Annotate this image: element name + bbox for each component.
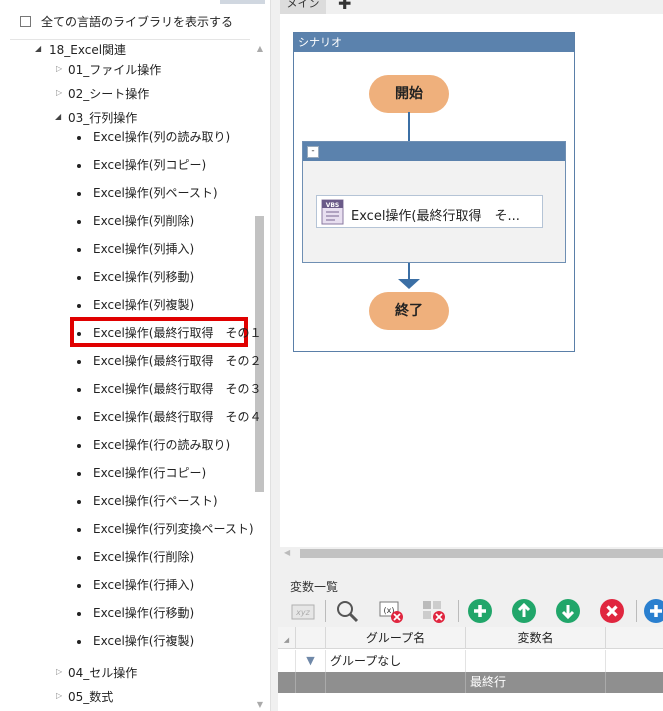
tree-item[interactable]: Excel操作(列複製) [93, 296, 194, 313]
move-down-icon[interactable] [555, 598, 581, 624]
group-row[interactable]: グループなし [326, 650, 466, 672]
bullet-icon [77, 444, 81, 448]
scroll-up-icon[interactable]: ▲ [254, 44, 266, 53]
show-all-languages-option[interactable]: 全ての言語のライブラリを表示する [20, 13, 233, 30]
delete-unused-icon[interactable] [420, 598, 446, 624]
bullet-icon [77, 164, 81, 168]
tree-folder-file[interactable]: 01_ファイル操作 [68, 61, 161, 78]
add-variable-icon[interactable] [467, 598, 493, 624]
clear-variable-icon[interactable]: (x) [378, 598, 404, 624]
expanded-triangle-icon[interactable]: ◢ [35, 44, 41, 53]
bullet-icon [77, 388, 81, 392]
move-up-icon[interactable] [511, 598, 537, 624]
bullet-icon [77, 640, 81, 644]
horizontal-scrollbar-thumb[interactable] [300, 549, 663, 558]
bullet-icon [77, 304, 81, 308]
tree-item[interactable]: Excel操作(列ペースト) [93, 184, 218, 201]
bullet-icon [77, 360, 81, 364]
row-indicator [278, 650, 296, 672]
bullet-icon [77, 500, 81, 504]
show-all-label: 全ての言語のライブラリを表示する [41, 15, 234, 29]
scenario-header: シナリオ [294, 33, 574, 52]
add-tab-icon[interactable]: ✚ [338, 0, 351, 13]
arrow-down-icon [398, 279, 420, 289]
bullet-icon [77, 276, 81, 280]
tree-item[interactable]: Excel操作(列削除) [93, 212, 194, 229]
bullet-icon [77, 612, 81, 616]
bullet-icon [77, 584, 81, 588]
tree-folder-cell[interactable]: 04_セル操作 [68, 664, 137, 681]
bullet-icon [77, 416, 81, 420]
group-collapse-icon[interactable]: ▼ [296, 650, 326, 672]
tree-item[interactable]: Excel操作(行削除) [93, 548, 194, 565]
corner-header: ◢ [278, 627, 296, 649]
variable-group-cell[interactable] [326, 672, 466, 693]
activity-label: Excel操作(最終行取得 そ... [351, 209, 520, 224]
tree-item[interactable]: Excel操作(列挿入) [93, 240, 194, 257]
tree-item[interactable]: Excel操作(行の読み取り) [93, 436, 230, 453]
scroll-down-icon[interactable]: ▼ [254, 700, 266, 709]
collapsed-triangle-icon[interactable]: ▷ [56, 691, 62, 700]
end-node[interactable]: 終了 [369, 292, 449, 330]
tree-item[interactable]: Excel操作(行挿入) [93, 576, 194, 593]
tree-item[interactable]: Excel操作(最終行取得 その４ [93, 408, 261, 425]
bullet-icon [77, 136, 81, 140]
tree-folder-formula[interactable]: 05_数式 [68, 688, 113, 705]
toolbar-separator [325, 600, 326, 622]
tree-item[interactable]: Excel操作(列コピー) [93, 156, 206, 173]
row-expand-cell [296, 672, 326, 693]
tree-item[interactable]: Excel操作(行列変換ペースト) [93, 520, 254, 537]
expand-column-header [296, 627, 326, 649]
collapse-button[interactable]: - [307, 146, 319, 158]
add-group-icon[interactable] [643, 598, 663, 624]
tree-item[interactable]: Excel操作(最終行取得 その２ [93, 352, 261, 369]
tree-item[interactable]: Excel操作(行複製) [93, 632, 194, 649]
variable-extra-cell [606, 672, 663, 693]
collapsed-triangle-icon[interactable]: ▷ [56, 64, 62, 73]
bullet-icon [77, 248, 81, 252]
svg-text:xyz: xyz [295, 608, 310, 617]
tree-item[interactable]: Excel操作(列の読み取り) [93, 128, 230, 145]
column-header-variable[interactable]: 変数名 [466, 627, 606, 649]
vbs-script-icon: VBS [321, 199, 344, 225]
tree-item[interactable]: Excel操作(列移動) [93, 268, 194, 285]
column-header-extra [606, 627, 663, 649]
collapsed-triangle-icon[interactable]: ▷ [56, 667, 62, 676]
variable-type-icon[interactable]: xyz [290, 598, 316, 624]
variable-name-cell[interactable]: 最終行 [466, 672, 606, 693]
tree-folder-excel[interactable]: 18_Excel関連 [49, 41, 126, 58]
sequence-header [303, 142, 565, 161]
variables-panel-title: 変数一覧 [290, 580, 339, 594]
tab-main[interactable]: メイン [280, 0, 326, 14]
bullet-icon [77, 556, 81, 560]
search-icon[interactable] [334, 598, 360, 624]
bullet-icon [77, 528, 81, 532]
row-indicator [278, 672, 296, 693]
tree-item[interactable]: Excel操作(行移動) [93, 604, 194, 621]
bullet-icon [77, 192, 81, 196]
delete-variable-icon[interactable] [599, 598, 625, 624]
collapsed-triangle-icon[interactable]: ▷ [56, 88, 62, 97]
start-node[interactable]: 開始 [369, 75, 449, 113]
show-all-checkbox[interactable] [20, 16, 31, 27]
group-row-spacer [466, 650, 606, 672]
panel-top-strip [220, 0, 265, 4]
tree-item[interactable]: Excel操作(行ペースト) [93, 492, 218, 509]
expanded-triangle-icon[interactable]: ◢ [55, 112, 61, 121]
tree-item[interactable]: Excel操作(最終行取得 その１ [93, 324, 261, 341]
connector-line [408, 112, 410, 142]
column-header-group[interactable]: グループ名 [326, 627, 466, 649]
vbs-icon-text: VBS [326, 202, 340, 209]
tree-folder-rowcol[interactable]: 03_行列操作 [68, 109, 137, 126]
tree-folder-sheet[interactable]: 02_シート操作 [68, 85, 149, 102]
toolbar-separator [636, 600, 637, 622]
toolbar-separator [458, 600, 459, 622]
bullet-icon [77, 472, 81, 476]
tree-item[interactable]: Excel操作(行コピー) [93, 464, 206, 481]
scroll-left-icon[interactable]: ◀ [284, 548, 290, 557]
bullet-icon [77, 332, 81, 336]
tree-item[interactable]: Excel操作(最終行取得 その３ [93, 380, 261, 397]
tree-divider [10, 39, 250, 40]
bullet-icon [77, 220, 81, 224]
